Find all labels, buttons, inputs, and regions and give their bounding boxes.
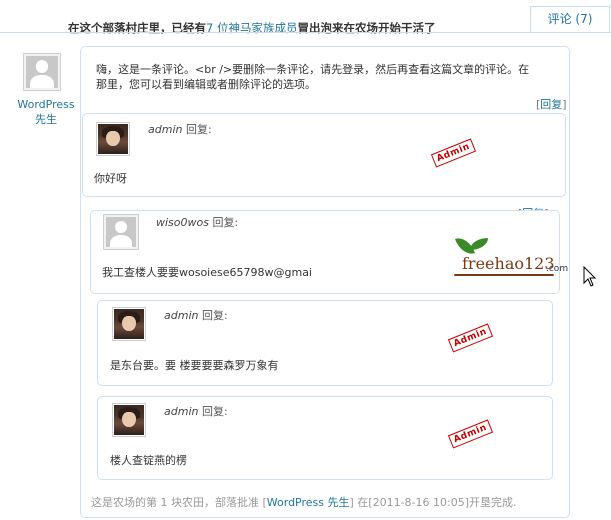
footer-middle: ] 在[2011-8-16 10:05]开垦完成. [349, 496, 517, 509]
user-photo-avatar [112, 403, 146, 437]
main-comment-text-line1: 嗨，这是一条评论。<br />要删除一条评论，请先登录，然后再查看这篇文章的评论… [96, 63, 530, 76]
reply-says: 回复: [212, 216, 239, 229]
footer-author-link[interactable]: WordPress 先生 [267, 496, 350, 509]
reply-author: admin [164, 309, 199, 322]
freehao123-logo: freehao123 .com [450, 234, 572, 282]
user-photo-avatar [112, 307, 146, 341]
main-comment-text: 嗨，这是一条评论。<br />要删除一条评论，请先登录，然后再查看这篇文章的评论… [96, 62, 566, 92]
comments-summary-heading: 在这个部落村庄里，已经有7 位神马家族成员冒出泡来在农场开始干活了 [68, 20, 435, 36]
main-comment-reply-link[interactable]: [回复] [536, 96, 567, 112]
reply-author: wiso0wos [156, 216, 209, 229]
default-avatar-icon [103, 214, 139, 250]
logo-suffix: .com [546, 264, 569, 274]
main-comment-author-link[interactable]: WordPress 先生 [16, 97, 76, 127]
reply-meta: admin 回复: [148, 121, 212, 137]
reply-text: 你好呀 [94, 172, 127, 185]
tab-comments[interactable]: 评论 (7) [530, 6, 610, 32]
default-avatar-icon [23, 53, 61, 91]
farm-footer-text: 这是农场的第 1 块农田，部落批准 [WordPress 先生] 在[2011-… [91, 494, 517, 510]
user-photo-avatar [96, 122, 130, 156]
reply-meta: wiso0wos 回复: [156, 214, 238, 230]
reply-meta: admin 回复: [164, 307, 228, 323]
reply-text: 我工查楼人要要wosoiese65798w@gmai [102, 266, 312, 279]
reply-meta: admin 回复: [164, 403, 228, 419]
reply-author: admin [164, 405, 199, 418]
reply-says: 回复: [201, 309, 228, 322]
main-comment-text-line2: 那里，您可以看到编辑或者删除评论的选项。 [96, 78, 316, 91]
reply-text: 是东台要。要 楼要要要森罗万象有 [110, 359, 279, 372]
reply-label: 回复 [540, 98, 563, 111]
reply-author: admin [148, 123, 183, 136]
reply-says: 回复: [201, 405, 228, 418]
reply-says: 回复: [185, 123, 212, 136]
reply-text: 楼人查锭燕的楞 [110, 454, 187, 467]
footer-before: 这是农场的第 1 块农田，部落批准 [ [91, 496, 267, 509]
header-divider [0, 32, 611, 33]
logo-word: freehao123 [462, 254, 555, 273]
